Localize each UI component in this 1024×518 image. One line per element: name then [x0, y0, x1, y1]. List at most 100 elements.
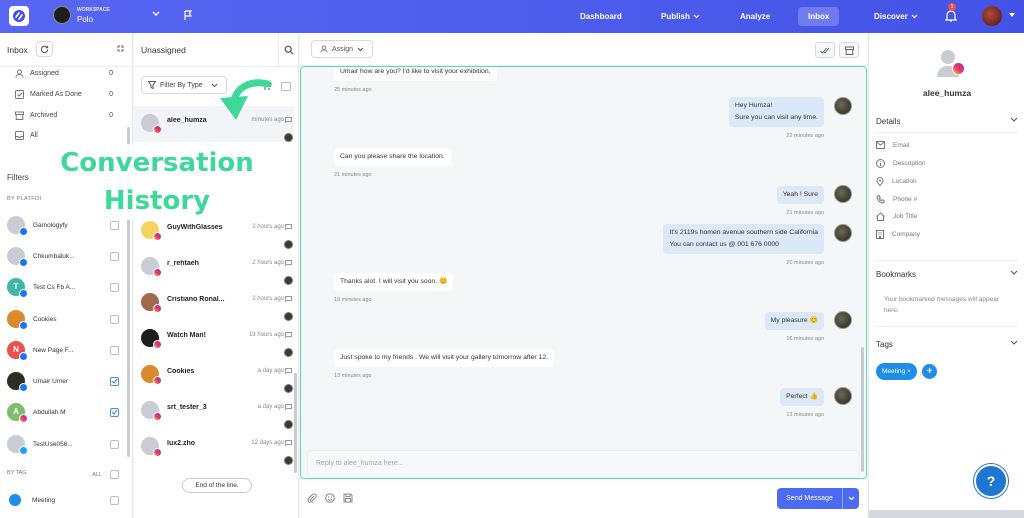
assignee-avatar — [284, 456, 293, 465]
platform-account-item[interactable]: A Abdullah M — [7, 401, 119, 423]
add-tag-button[interactable]: + — [922, 364, 937, 379]
conversation-item[interactable]: Cristiano Ronal... 2 hours ago — [134, 285, 294, 321]
platform-account-item[interactable]: T Test Cs Fb A... — [7, 276, 119, 298]
tags-section-header[interactable]: Tags — [876, 340, 1018, 349]
composer-tools — [307, 493, 353, 503]
platform-account-item[interactable]: TestUse056... — [7, 433, 119, 455]
account-avatar — [7, 372, 28, 392]
attachment-icon[interactable] — [307, 493, 317, 503]
message-bubble: Perfect 👍 — [780, 388, 824, 406]
nav-publish[interactable]: Publish — [661, 7, 700, 26]
chevron-down-icon[interactable] — [152, 11, 160, 17]
reply-input[interactable]: Reply to alee_humza here... — [307, 450, 859, 478]
assign-dropdown[interactable]: Assign — [311, 40, 373, 58]
detail-email[interactable]: Email — [876, 141, 909, 149]
account-name: TestUse056... — [33, 440, 73, 448]
curved-arrow-icon — [220, 79, 272, 120]
platform-account-item[interactable]: Cookies — [7, 308, 119, 330]
detail-description[interactable]: Description — [876, 159, 926, 168]
flag-icon[interactable] — [183, 10, 193, 21]
conversation-time: 2 hours ago — [252, 224, 284, 230]
horizontal-scrollbar[interactable] — [869, 510, 1024, 518]
assignee-avatar — [284, 420, 293, 429]
assign-label: Assign — [331, 45, 353, 53]
bookmarks-section-header[interactable]: Bookmarks — [876, 270, 1018, 279]
tag-remove-icon[interactable]: × — [907, 368, 911, 375]
inbox-item-assigned[interactable]: Assigned 0 — [15, 69, 113, 78]
all-tags-checkbox[interactable] — [110, 470, 119, 479]
check-square-icon — [15, 90, 24, 99]
platform-account-item[interactable]: Umair Umer — [7, 370, 119, 392]
search-button[interactable] — [278, 33, 299, 66]
collapse-icon[interactable] — [116, 44, 125, 53]
account-checkbox[interactable] — [110, 314, 119, 324]
nav-discover[interactable]: Discover — [874, 7, 918, 26]
account-checkbox[interactable] — [110, 376, 119, 386]
account-checkbox[interactable] — [110, 282, 119, 292]
tag-filter-item[interactable]: Meeting — [7, 489, 119, 511]
conversation-time: a day ago — [257, 404, 284, 410]
account-checkbox[interactable] — [110, 407, 119, 417]
scrollbar[interactable] — [861, 347, 864, 472]
message-time: 20 minutes ago — [786, 260, 824, 266]
account-checkbox[interactable] — [110, 220, 119, 230]
conversation-item[interactable]: lux2.zho 12 days ago — [134, 429, 294, 465]
chevron-down-icon — [357, 47, 364, 51]
details-section-header[interactable]: Details — [876, 117, 1018, 126]
sender-avatar — [834, 185, 852, 203]
bell-icon[interactable] — [945, 9, 957, 23]
tags-title: Tags — [876, 340, 893, 349]
conversation-item[interactable]: Watch Man! 19 hours ago — [134, 321, 294, 357]
profile-avatar — [934, 47, 966, 79]
platform-account-item[interactable]: N New Page F... — [7, 339, 119, 361]
conversation-avatar — [141, 293, 162, 313]
detail-location[interactable]: Location — [876, 177, 917, 186]
detail-phone[interactable]: Phone # — [876, 195, 917, 204]
nav-inbox[interactable]: Inbox — [798, 7, 840, 26]
tag-checkbox[interactable] — [110, 495, 119, 505]
message-outgoing: My pleasure 😊 16 minutes ago — [764, 312, 824, 345]
chat-bubble-icon — [285, 404, 292, 410]
nav-dashboard[interactable]: Dashboard — [580, 7, 622, 26]
chevron-down-icon[interactable] — [1009, 13, 1015, 17]
nav-analyze[interactable]: Analyze — [740, 7, 770, 26]
refresh-icon — [40, 45, 49, 53]
send-message-button[interactable]: Send Message — [777, 488, 859, 509]
detail-job-title[interactable]: Job Title — [876, 212, 917, 221]
account-checkbox[interactable] — [110, 439, 119, 449]
user-avatar[interactable] — [982, 6, 1002, 26]
conversation-item[interactable]: r_rehtaeh 2 hours ago — [134, 249, 294, 285]
message-text: Thanks alot. I will visit you soon. 😊 — [340, 278, 448, 285]
inbox-item-archived[interactable]: Archived 0 — [15, 111, 113, 120]
message-bubble: My pleasure 😊 — [764, 312, 824, 330]
workspace-switcher[interactable]: WORKSPACE Polo — [53, 6, 110, 24]
inbox-item-all[interactable]: All — [15, 131, 113, 140]
account-name: Umair Umer — [33, 377, 69, 385]
conversation-list-title: Unassigned — [141, 45, 186, 55]
inbox-item-marked-as-done[interactable]: Marked As Done 0 — [15, 90, 113, 99]
archive-button[interactable] — [839, 42, 859, 58]
message-outgoing: Yeah ! Sure 21 minutes ago — [776, 186, 824, 219]
sender-avatar — [834, 311, 852, 329]
message-outgoing: Perfect 👍 13 minutes ago — [780, 388, 824, 421]
save-icon[interactable] — [343, 493, 353, 503]
platform-account-item[interactable]: Chkumbaluk... — [7, 245, 119, 267]
scrollbar[interactable] — [294, 373, 297, 473]
mark-done-button[interactable] — [815, 42, 835, 58]
chat-bubble-icon — [285, 224, 292, 230]
refresh-button[interactable] — [36, 41, 53, 57]
account-checkbox[interactable] — [110, 345, 119, 355]
message-time: 22 minutes ago — [786, 133, 824, 139]
send-options-dropdown[interactable] — [842, 488, 859, 509]
account-avatar — [7, 247, 28, 267]
app-logo[interactable] — [9, 6, 29, 26]
detail-company[interactable]: Company — [876, 230, 920, 239]
tag-chip[interactable]: Meeting × — [876, 363, 917, 380]
help-button[interactable]: ? — [974, 464, 1008, 498]
conversation-item[interactable]: srt_tester_3 a day ago — [134, 393, 294, 429]
conversation-item[interactable]: Cookies a day ago — [134, 357, 294, 393]
account-checkbox[interactable] — [110, 251, 119, 261]
select-all-checkbox[interactable] — [281, 82, 291, 91]
emoji-icon[interactable] — [325, 493, 335, 503]
detail-label: Description — [893, 160, 926, 167]
